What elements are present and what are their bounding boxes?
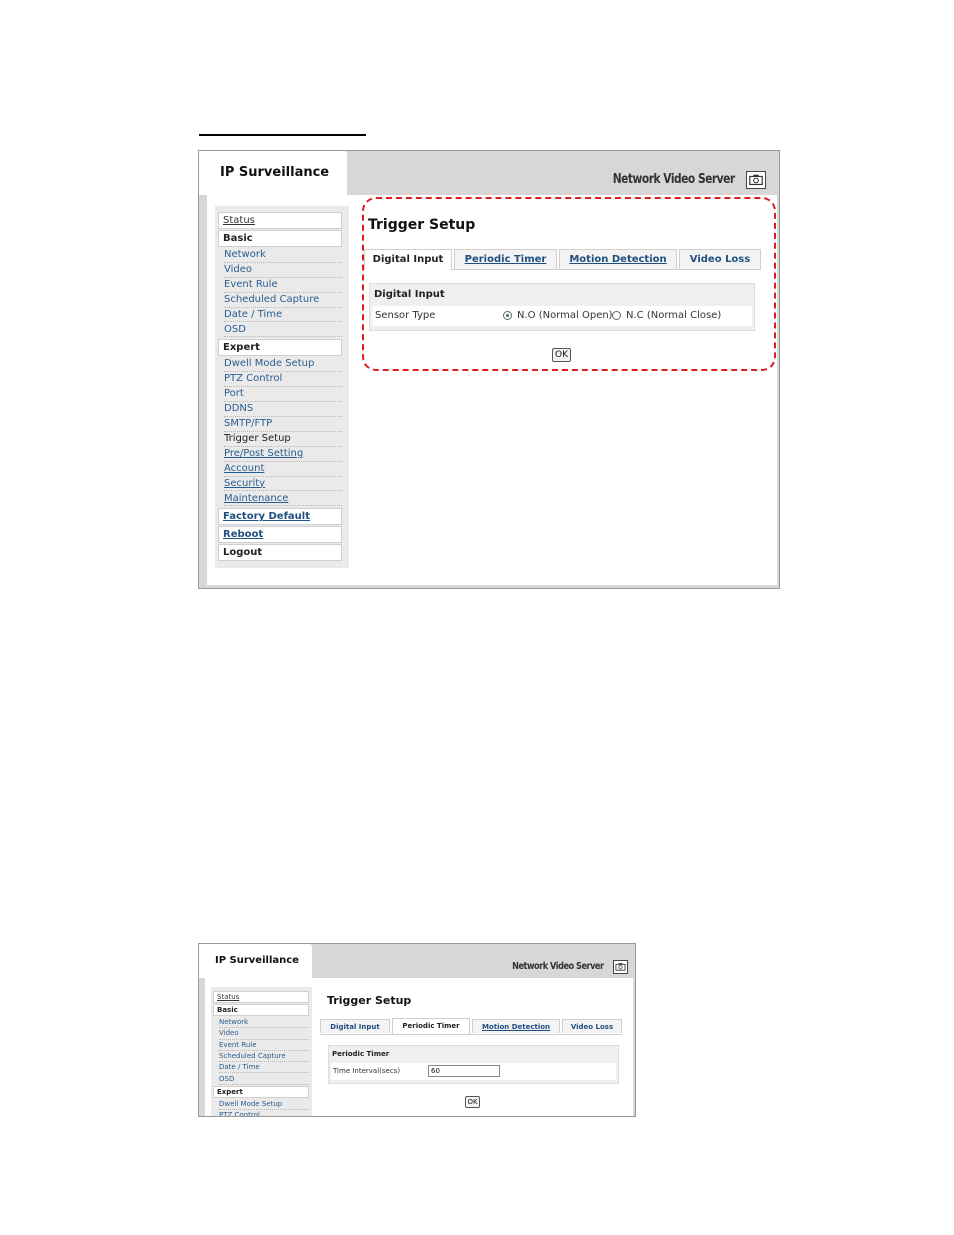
sidebar-item-date-time[interactable]: Date / Time (224, 308, 342, 323)
section-title: Periodic Timer (332, 1050, 390, 1058)
sidebar-header-basic: Basic (218, 230, 342, 247)
highlight-box (362, 197, 776, 371)
product-name: Network Video Server (613, 172, 735, 187)
tab-periodic-timer[interactable]: Periodic Timer (392, 1018, 470, 1034)
sidebar-header-expert: Expert (218, 339, 342, 357)
sidebar-item-ptz-control[interactable]: PTZ Control (219, 1110, 309, 1116)
sidebar-item-trigger-setup[interactable]: Trigger Setup (224, 432, 342, 447)
screenshot-digital-input: IP Surveillance Network Video Server Tri… (198, 150, 780, 589)
sidebar-item-video[interactable]: Video (224, 263, 342, 278)
tab-video-loss[interactable]: Video Loss (562, 1019, 622, 1033)
sidebar-header-basic: Basic (213, 1004, 309, 1016)
sidebar-item-port[interactable]: Port (224, 387, 342, 403)
sidebar-item-osd[interactable]: OSD (219, 1074, 309, 1085)
sidebar-item-ddns[interactable]: DDNS (224, 402, 342, 417)
sidebar-item-video[interactable]: Video (219, 1028, 309, 1040)
sidebar-item-smtp-ftp[interactable]: SMTP/FTP (224, 417, 342, 432)
app-title: IP Surveillance (215, 955, 299, 966)
sidebar-item-security[interactable]: Security (224, 477, 342, 492)
screenshot-periodic-timer: IP Surveillance Network Video Server Tri… (198, 943, 636, 1117)
time-interval-input[interactable]: 60 (428, 1065, 500, 1077)
ok-button[interactable]: OK (465, 1096, 480, 1108)
sidebar-item-scheduled-capture[interactable]: Scheduled Capture (219, 1051, 309, 1063)
sidebar-item-ptz-control[interactable]: PTZ Control (224, 372, 342, 388)
sidebar-header-expert: Expert (213, 1085, 309, 1098)
sidebar-item-pre-post-setting[interactable]: Pre/Post Setting (224, 447, 342, 462)
time-interval-row: Time Interval(secs) 60 (331, 1063, 616, 1080)
tab-digital-input[interactable]: Digital Input (320, 1019, 390, 1033)
reboot-button[interactable]: Reboot (218, 526, 342, 544)
time-interval-label: Time Interval(secs) (333, 1067, 401, 1075)
sidebar-item-status[interactable]: Status (218, 212, 342, 229)
sidebar-item-date-time[interactable]: Date / Time (219, 1062, 309, 1074)
periodic-timer-section: Periodic Timer Time Interval(secs) 60 (328, 1045, 619, 1084)
page-title: Trigger Setup (323, 990, 419, 1012)
camera-icon[interactable] (613, 960, 628, 974)
sidebar-item-event-rule[interactable]: Event Rule (219, 1040, 309, 1051)
product-name: Network Video Server (512, 961, 605, 972)
sidebar-item-status[interactable]: Status (213, 991, 309, 1003)
sidebar-item-event-rule[interactable]: Event Rule (224, 278, 342, 293)
tab-motion-detection[interactable]: Motion Detection (472, 1019, 560, 1033)
camera-icon[interactable] (746, 171, 766, 189)
sidebar-item-network[interactable]: Network (219, 1017, 309, 1029)
sidebar-item-dwell-mode-setup[interactable]: Dwell Mode Setup (219, 1099, 309, 1111)
sidebar-item-scheduled-capture[interactable]: Scheduled Capture (224, 293, 342, 308)
sidebar-item-network[interactable]: Network (224, 248, 342, 263)
header-underline (199, 134, 366, 136)
factory-default-button[interactable]: Factory Default (218, 508, 342, 526)
app-title: IP Surveillance (220, 165, 330, 180)
sidebar-item-dwell-mode-setup[interactable]: Dwell Mode Setup (224, 357, 342, 373)
sidebar-item-osd[interactable]: OSD (224, 323, 342, 338)
sidebar-item-account[interactable]: Account (224, 462, 342, 477)
logout-button[interactable]: Logout (218, 544, 342, 562)
sidebar-item-maintenance[interactable]: Maintenance (224, 492, 342, 507)
